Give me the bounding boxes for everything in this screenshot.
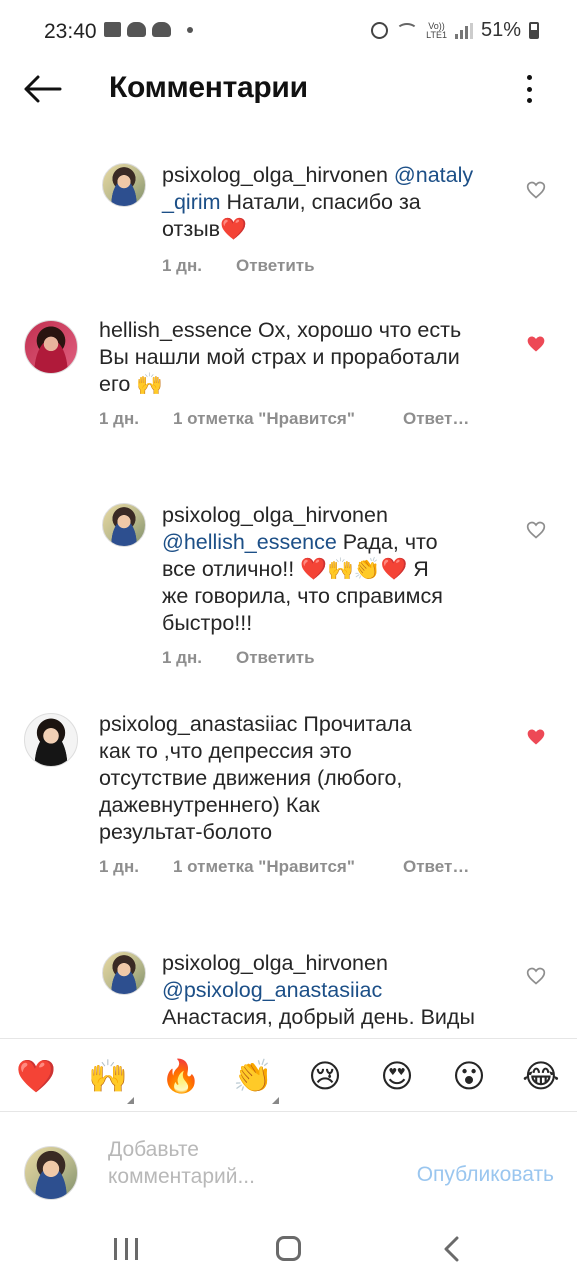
comment-text: psixolog_olga_hirvonen @nataly _qirim Нат… [162, 162, 502, 243]
cloud-icon [127, 22, 146, 37]
avatar[interactable] [24, 713, 78, 767]
red-heart-icon[interactable]: ❤️ [16, 1056, 56, 1096]
reply-button[interactable]: Ответить [236, 648, 315, 668]
comments-list[interactable]: psixolog_olga_hirvonen @nataly _qirim Нат… [0, 118, 577, 1038]
like-heart-icon[interactable] [526, 966, 546, 986]
comment-line: как то ,что депрессия это [99, 739, 352, 763]
system-icons: Vo)) LTE1 51% [371, 19, 539, 42]
likes-count[interactable]: 1 отметка "Нравится" [173, 857, 355, 877]
comment-body: отзыв❤️ [162, 217, 247, 241]
back-nav-icon[interactable] [441, 1236, 463, 1262]
reply-button[interactable]: Ответ… [403, 409, 469, 429]
tears-of-joy-icon[interactable]: 😂 [521, 1056, 561, 1096]
heart-eyes-icon[interactable]: 😍 [377, 1056, 417, 1096]
comment-reply: psixolog_olga_hirvonen @nataly _qirim Нат… [0, 118, 577, 288]
placeholder-line: Добавьте [108, 1138, 199, 1161]
back-arrow-icon[interactable] [22, 74, 62, 104]
wifi-icon [396, 22, 419, 39]
comment-line: результат-болото [99, 820, 273, 844]
comment-input[interactable]: Добавьте комментарий... [108, 1136, 388, 1196]
comment-meta: 1 дн. 1 отметка "Нравится" Ответ… [99, 857, 499, 879]
recent-apps-icon[interactable] [114, 1238, 138, 1260]
comment-meta: 1 дн. 1 отметка "Нравится" Ответ… [99, 409, 499, 431]
comment-body: Натали, спасибо за [220, 190, 421, 214]
mention-link[interactable]: _qirim [162, 190, 221, 214]
raising-hands-icon[interactable]: 🙌 [88, 1056, 128, 1096]
reply-button[interactable]: Ответ… [403, 857, 469, 877]
comment-line: Вы нашли мой страх и проработали [99, 345, 460, 369]
volte-indicator: Vo)) LTE1 [426, 21, 447, 40]
battery-icon [529, 22, 539, 39]
alarm-icon [371, 22, 389, 39]
status-time: 23:40 [44, 20, 97, 43]
header: Комментарии [0, 62, 577, 118]
like-heart-icon[interactable] [526, 727, 546, 747]
avatar[interactable] [102, 951, 146, 995]
avatar[interactable] [102, 503, 146, 547]
page-title: Комментарии [109, 71, 308, 104]
signal-icon [454, 22, 473, 39]
gallery-icon [104, 22, 121, 37]
reply-button[interactable]: Ответить [236, 256, 315, 276]
comment-reply: psixolog_olga_hirvonen @hellish_essence … [0, 493, 577, 683]
fire-icon[interactable]: 🔥 [161, 1056, 201, 1096]
battery-percent: 51% [480, 19, 521, 41]
placeholder-line: комментарий... [108, 1165, 255, 1188]
comment-composer: Добавьте комментарий... Опубликовать [0, 1112, 577, 1212]
comment-text: psixolog_olga_hirvonen @psixolog_anastas… [162, 950, 522, 1031]
comment-body: Рада, что [336, 530, 438, 554]
comment-text: psixolog_olga_hirvonen @hellish_essence … [162, 502, 502, 637]
comment-line: его 🙌 [99, 372, 164, 396]
mention-link[interactable]: @psixolog_anastasiiac [162, 978, 382, 1002]
avatar[interactable] [24, 320, 78, 374]
system-nav-bar [0, 1212, 577, 1280]
comment-meta: 1 дн. Ответить [162, 256, 422, 278]
comment-reply: psixolog_olga_hirvonen @psixolog_anastas… [0, 941, 577, 1038]
comment-meta: 1 дн. Ответить [162, 648, 422, 670]
publish-button[interactable]: Опубликовать [417, 1163, 554, 1187]
comment-time: 1 дн. [162, 256, 202, 275]
comment-username[interactable]: psixolog_olga_hirvonen [162, 503, 388, 527]
comment-line: быстро!!! [162, 611, 253, 635]
comment-line: же говорила, что справимся [162, 584, 443, 608]
status-bar: 23:40 Vo)) LTE1 51% [0, 0, 577, 62]
variant-indicator [272, 1097, 279, 1104]
comment-line: Анастасия, добрый день. Виды [162, 1005, 475, 1029]
current-user-avatar [24, 1146, 78, 1200]
comment-time: 1 дн. [99, 857, 139, 876]
variant-indicator [127, 1097, 134, 1104]
cloud-icon [152, 22, 171, 37]
clapping-hands-icon[interactable]: 👏 [233, 1056, 273, 1096]
notification-icons [104, 22, 193, 37]
comment-line: hellish_essence Ох, хорошо что есть [99, 318, 462, 342]
like-heart-icon[interactable] [526, 334, 546, 354]
comment-username[interactable]: psixolog_olga_hirvonen [162, 163, 394, 187]
mention-link[interactable]: @hellish_essence [162, 530, 337, 554]
surprised-face-icon[interactable]: 😮 [449, 1056, 489, 1096]
comment-line: дажевнутреннего) Как [99, 793, 320, 817]
comment-text: hellish_essence Ох, хорошо что есть Вы н… [99, 317, 509, 398]
comment-line: psixolog_anastasiiac Прочитала [99, 712, 412, 736]
network-label: LTE1 [426, 29, 447, 40]
likes-count[interactable]: 1 отметка "Нравится" [173, 409, 355, 429]
avatar[interactable] [102, 163, 146, 207]
home-icon[interactable] [276, 1236, 301, 1261]
comment: hellish_essence Ох, хорошо что есть Вы н… [0, 308, 577, 448]
like-heart-icon[interactable] [526, 520, 546, 540]
mention-link[interactable]: @nataly [394, 163, 473, 187]
comment-time: 1 дн. [99, 409, 139, 428]
crying-face-icon[interactable]: 😢 [305, 1056, 345, 1096]
comment-username[interactable]: psixolog_olga_hirvonen [162, 951, 388, 975]
comment-line: все отлично!! ❤️🙌👏❤️ Я [162, 557, 429, 581]
like-heart-icon[interactable] [526, 180, 546, 200]
comment-time: 1 дн. [162, 648, 202, 667]
more-options-icon[interactable] [522, 75, 536, 103]
emoji-bar: ❤️ 🙌 🔥 👏 😢 😍 😮 😂 [0, 1038, 577, 1112]
comment-text: psixolog_anastasiiac Прочитала как то ,ч… [99, 711, 509, 846]
dot-icon [187, 26, 193, 33]
comment-line: отсутствие движения (любого, [99, 766, 403, 790]
comment: psixolog_anastasiiac Прочитала как то ,ч… [0, 703, 577, 888]
